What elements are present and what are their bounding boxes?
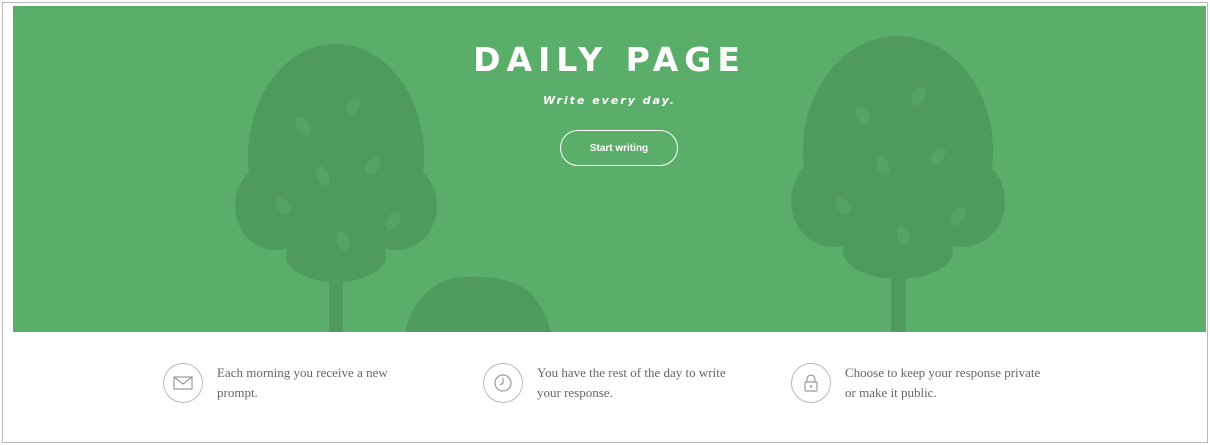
hero-banner: DAILY PAGE Write every day. Start writin… xyxy=(13,6,1206,332)
envelope-icon xyxy=(163,363,203,403)
feature-text: Each morning you receive a new prompt. xyxy=(217,365,388,400)
start-writing-button[interactable]: Start writing xyxy=(560,130,678,166)
right-tree-icon xyxy=(791,36,1005,332)
page-frame: DAILY PAGE Write every day. Start writin… xyxy=(2,2,1208,443)
site-title: DAILY PAGE xyxy=(473,40,746,79)
feature-item: Each morning you receive a new prompt. xyxy=(163,363,417,403)
feature-item: You have the rest of the day to write yo… xyxy=(483,363,737,403)
feature-item: Choose to keep your response private or … xyxy=(791,363,1045,403)
clock-icon xyxy=(483,363,523,403)
features-row: Each morning you receive a new prompt. Y… xyxy=(163,363,1123,423)
left-tree-icon xyxy=(235,44,437,332)
site-tagline: Write every day. xyxy=(542,94,677,107)
rock-icon xyxy=(405,276,551,332)
lock-icon xyxy=(791,363,831,403)
feature-text: You have the rest of the day to write yo… xyxy=(537,365,726,400)
feature-text: Choose to keep your response private or … xyxy=(845,365,1041,400)
